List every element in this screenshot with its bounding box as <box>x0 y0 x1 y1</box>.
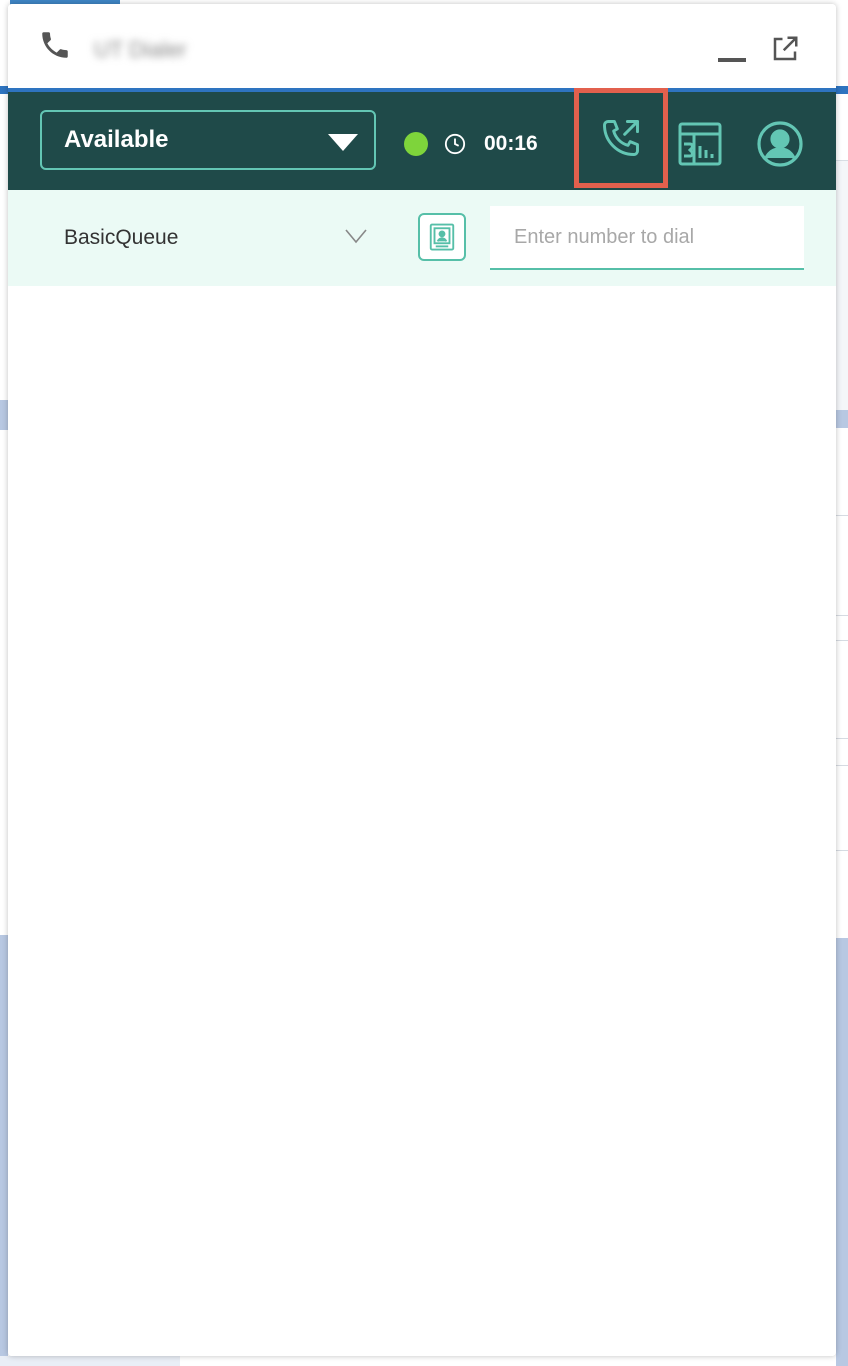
status-timer: 00:16 <box>484 132 538 155</box>
background-divider <box>836 850 848 851</box>
background-divider <box>836 738 848 739</box>
outbound-call-button[interactable] <box>574 88 668 188</box>
dialer-widget: UT Dialer Available 00:16 BasicQueue Ent… <box>8 4 836 1356</box>
background-side-card <box>836 428 848 938</box>
agent-toolbar: Available 00:16 <box>8 88 836 190</box>
dialer-content-area <box>8 286 836 1356</box>
window-title: UT Dialer <box>94 37 187 62</box>
agent-status-value: Available <box>64 126 169 153</box>
minimize-button[interactable] <box>718 58 746 62</box>
background-bottom-strip <box>0 1356 180 1366</box>
popout-icon[interactable] <box>770 34 800 64</box>
background-side-panel <box>836 160 848 411</box>
phone-icon <box>42 32 68 58</box>
agent-status-dropdown[interactable]: Available <box>40 110 376 170</box>
background-divider <box>836 515 848 516</box>
contacts-icon <box>429 223 455 251</box>
background-left-card <box>0 430 8 935</box>
queue-dropdown[interactable]: BasicQueue <box>64 226 178 250</box>
caret-down-icon <box>328 134 358 151</box>
stats-icon[interactable] <box>676 120 724 168</box>
background-divider <box>836 640 848 641</box>
clock-icon <box>444 133 466 155</box>
contacts-button[interactable] <box>418 213 466 261</box>
user-profile-icon[interactable] <box>756 120 804 168</box>
widget-titlebar: UT Dialer <box>8 4 836 88</box>
dial-number-input[interactable] <box>490 206 804 270</box>
outbound-call-icon <box>603 120 639 156</box>
background-divider <box>836 615 848 616</box>
dial-row: BasicQueue <box>8 190 836 286</box>
background-divider <box>836 765 848 766</box>
status-indicator <box>404 132 428 156</box>
chevron-down-icon[interactable] <box>344 226 368 246</box>
